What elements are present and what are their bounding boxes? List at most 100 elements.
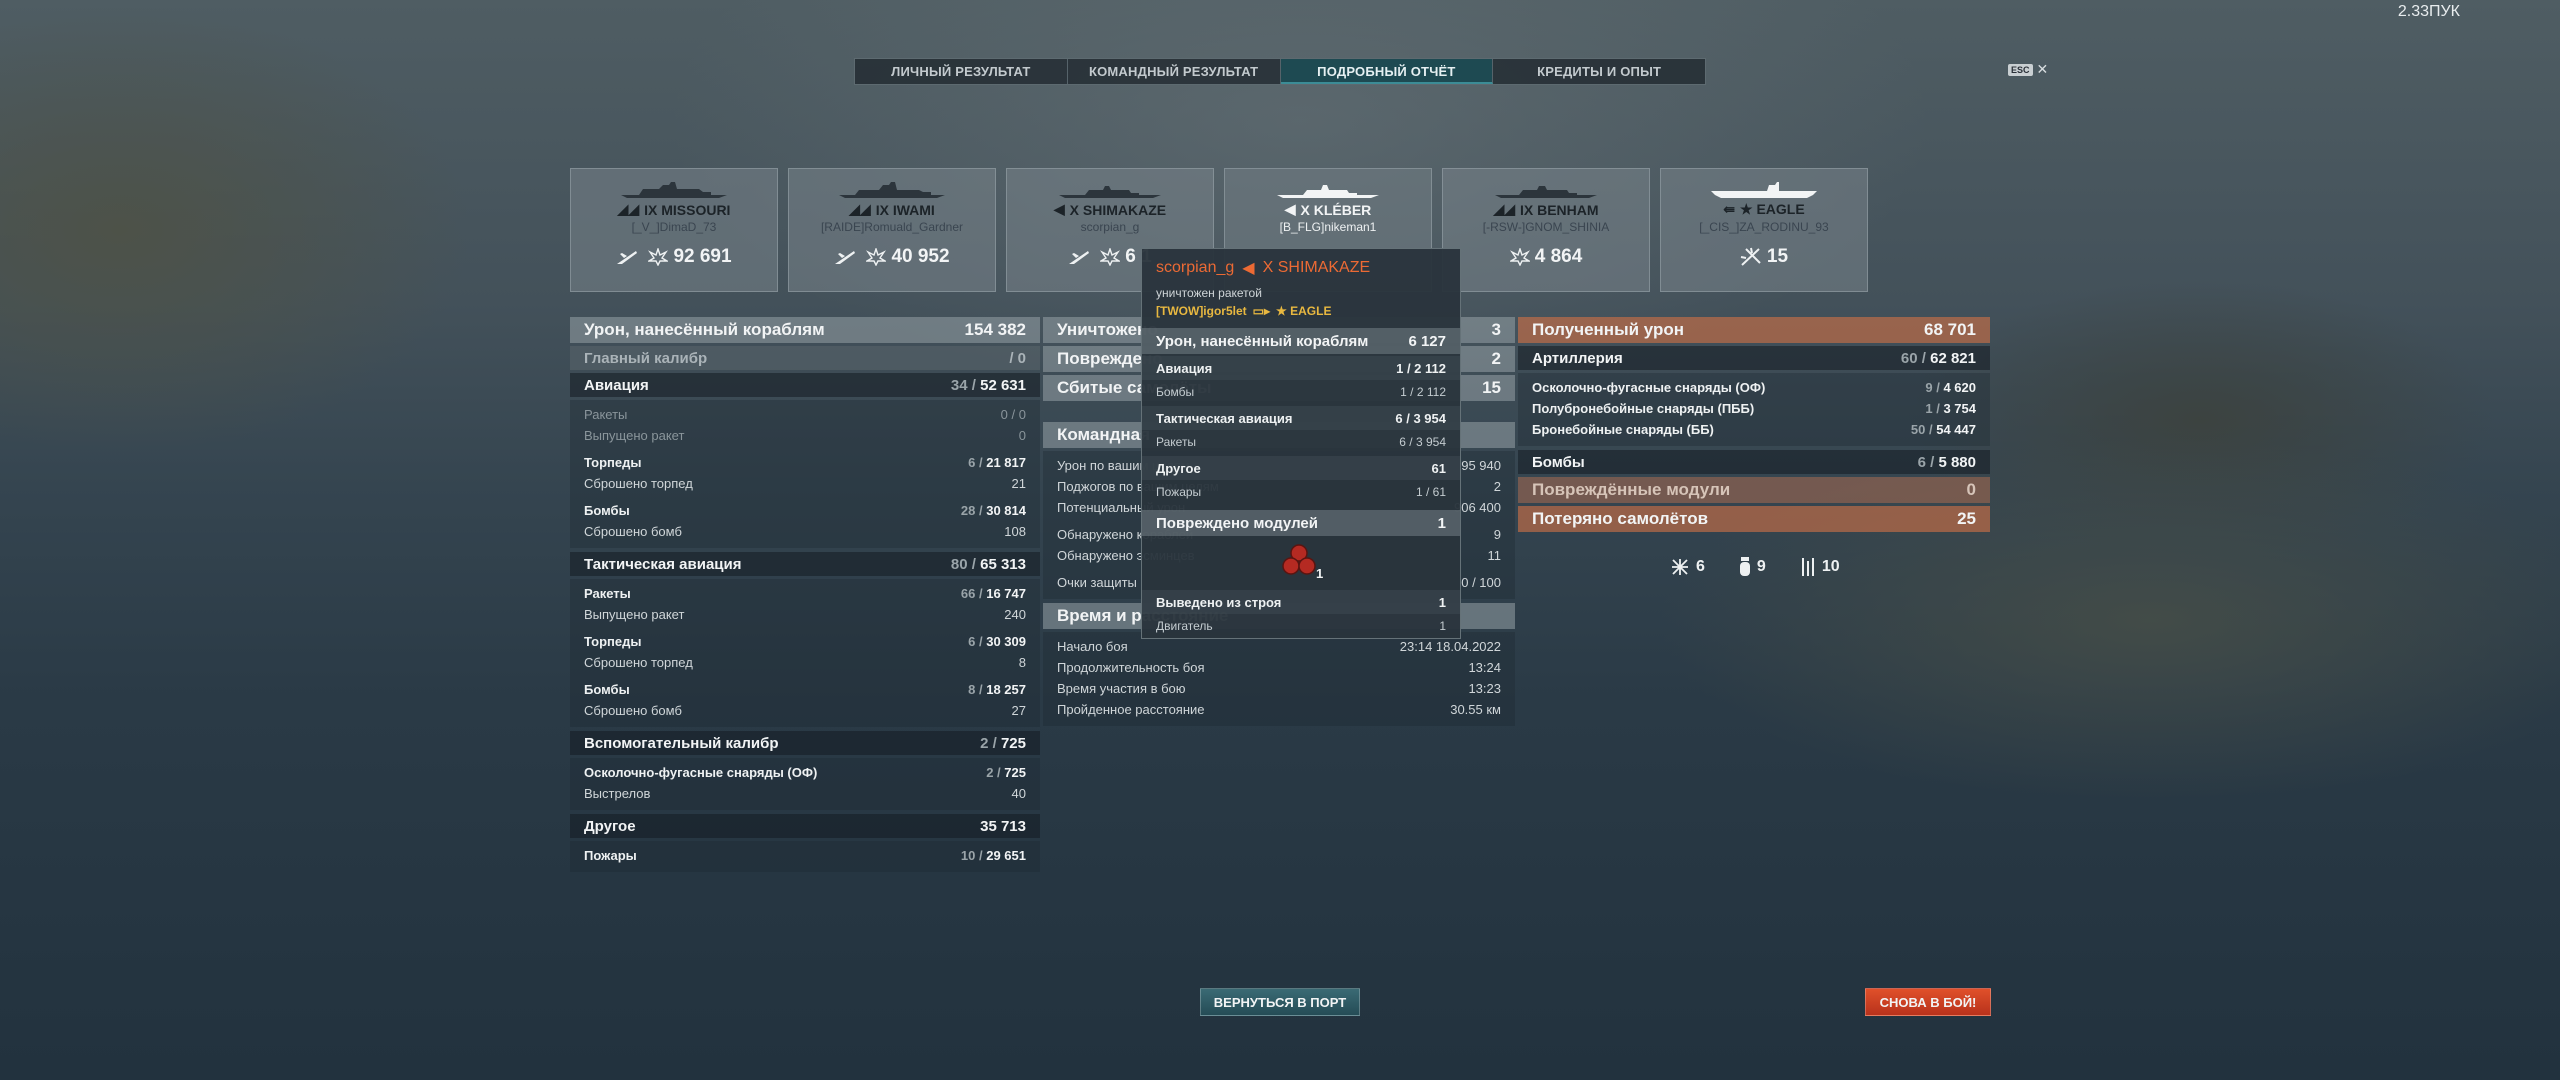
tooltip-modules-header: Повреждено модулей 1	[1142, 510, 1460, 536]
carrier-class-icon: ⇚	[1723, 201, 1736, 217]
stat-row: Торпеды 6 / 21 817	[584, 455, 1026, 470]
aa-icon	[1740, 247, 1761, 266]
lost-planes-header: Потеряно самолётов 25	[1518, 506, 1990, 532]
ship-player: [_V_]DimaD_73	[631, 220, 717, 234]
lost-planes-summary: 6 9 10	[1670, 556, 1840, 578]
stat-row: Сброшено бомб 27	[584, 703, 1026, 718]
stat-row: Выпущено ракет 240	[584, 607, 1026, 622]
ship-stats: 15	[1661, 246, 1867, 268]
tooltip-aviation: Авиация 1 / 2 112	[1142, 356, 1460, 380]
stat-row: Торпеды 6 / 30 309	[584, 634, 1026, 649]
ship-card-missouri[interactable]: ◢◢ IX MISSOURI [_V_]DimaD_73 92 691	[570, 168, 778, 292]
ship-player: [-RSW-]GNOM_SHINIA	[1482, 220, 1610, 234]
close-button[interactable]: ESC ✕	[2008, 61, 2048, 78]
destroyer-class-icon: ◀	[1284, 201, 1296, 217]
plane-icon	[835, 251, 856, 264]
secondary-header: Вспомогательный калибр 2 / 725	[570, 731, 1040, 755]
artillery-rows: Осколочно-фугасные снаряды (ОФ) 9 / 4 620…	[1518, 373, 1990, 446]
tab-detailed-report[interactable]: ПОДРОБНЫЙ ОТЧЁТ	[1280, 59, 1494, 84]
damage-received-panel: Полученный урон 68 701 Артиллерия 60 / 62 …	[1518, 317, 1990, 535]
stat-row: Выпущено ракет 0	[584, 428, 1026, 443]
plane-shot-icon	[1672, 559, 1688, 575]
torpedo-icon	[1801, 558, 1814, 576]
battleship-class-icon: ◢◢	[849, 201, 871, 217]
battleship-class-icon: ◢◢	[1493, 201, 1515, 217]
ship-title: ◢◢ IX IWAMI	[849, 201, 935, 218]
tooltip-other: Другое 61	[1142, 456, 1460, 480]
tooltip-row: Ракеты 6 / 3 954	[1156, 435, 1446, 449]
ship-title: ◢◢ IX MISSOURI	[617, 201, 731, 218]
tooltip-title: scorpian_g ◀ X SHIMAKAZE	[1156, 259, 1371, 277]
tooltip-killer: [TWOW]igor5let ▭▸ ★ EAGLE	[1156, 304, 1332, 318]
tab-credits-xp[interactable]: КРЕДИТЫ И ОПЫТ	[1493, 59, 1705, 84]
ship-stats: 4 864	[1443, 246, 1649, 268]
time-rows: Начало боя 23:14 18.04.2022 Продолжительн…	[1043, 632, 1515, 726]
lost-planes-item: 6	[1670, 556, 1705, 578]
ship-title: ⇚ ★ EAGLE	[1723, 201, 1805, 217]
battle-again-button[interactable]: СНОВА В БОЙ!	[1865, 988, 1991, 1016]
stat-row: Начало боя 23:14 18.04.2022	[1057, 639, 1501, 654]
ship-stats: 40 952	[789, 246, 995, 268]
ship-title: ◢◢ IX BENHAM	[1493, 201, 1599, 218]
aviation-rows: Ракеты 0 / 0 Выпущено ракет 0 Торпеды 6 / 2…	[570, 400, 1040, 548]
ship-player: [RAIDE]Romuald_Gardner	[820, 220, 964, 234]
damage-burst-icon	[1100, 248, 1121, 266]
stat-row: Полубронебойные снаряды (ПББ) 1 / 3 754	[1532, 401, 1976, 416]
stat-row: Бомбы 8 / 18 257	[584, 682, 1026, 697]
tactical-aviation-header: Тактическая авиация 80 / 65 313	[570, 552, 1040, 576]
ship-card-benham[interactable]: ◢◢ IX BENHAM [-RSW-]GNOM_SHINIA 4 864	[1442, 168, 1650, 292]
other-rows: Пожары 10 / 29 651	[570, 841, 1040, 872]
stat-row: Ракеты 66 / 16 747	[584, 586, 1026, 601]
ship-player: scorpian_g	[1080, 220, 1140, 234]
stat-row: Пожары 10 / 29 651	[584, 848, 1026, 863]
battleship-silhouette-icon	[839, 182, 945, 198]
tab-team-result[interactable]: КОМАНДНЫЙ РЕЗУЛЬТАТ	[1068, 59, 1281, 84]
aviation-header: Авиация 34 / 52 631	[570, 373, 1040, 397]
version-label: 2.33ПУК	[2397, 3, 2460, 20]
tooltip-row: Пожары 1 / 61	[1156, 485, 1446, 499]
damage-burst-icon	[866, 248, 887, 266]
engine-module-icon: 1	[1282, 544, 1323, 581]
stat-row: Сброшено бомб 108	[584, 524, 1026, 539]
ship-title: ◀ X SHIMAKAZE	[1053, 201, 1167, 218]
ship-detail-tooltip: scorpian_g ◀ X SHIMAKAZE уничтожен ракетой…	[1141, 248, 1461, 639]
battleship-class-icon: ◢◢	[617, 201, 640, 217]
stat-row: Бомбы 28 / 30 814	[584, 503, 1026, 518]
return-to-port-button[interactable]: ВЕРНУТЬСЯ В ПОРТ	[1200, 988, 1360, 1016]
ship-card-iwami[interactable]: ◢◢ IX IWAMI [RAIDE]Romuald_Gardner 40 952	[788, 168, 996, 292]
plane-icon	[617, 251, 638, 264]
received-damage-header: Полученный урон 68 701	[1518, 317, 1990, 343]
stat-row: Осколочно-фугасные снаряды (ОФ) 9 / 4 620	[1532, 380, 1976, 395]
damage-burst-icon	[648, 248, 669, 266]
tooltip-row: Двигатель 1	[1156, 619, 1446, 633]
bombs-header: Бомбы 6 / 5 880	[1518, 450, 1990, 474]
stat-row: Бронебойные снаряды (ББ) 50 / 54 447	[1532, 422, 1976, 437]
damaged-modules-header: Повреждённые модули 0	[1518, 477, 1990, 503]
svg-text:1: 1	[1316, 566, 1323, 581]
damage-burst-icon	[1509, 248, 1530, 266]
lost-planes-item: 9	[1739, 556, 1766, 578]
stat-row: Ракеты 0 / 0	[584, 407, 1026, 422]
destroyer-class-icon: ◀	[1242, 260, 1255, 277]
stat-row: Сброшено торпед 21	[584, 476, 1026, 491]
tooltip-disabled: Выведено из строя 1	[1142, 590, 1460, 614]
results-tabs: ЛИЧНЫЙ РЕЗУЛЬТАТ КОМАНДНЫЙ РЕЗУЛЬТАТ ПОД…	[854, 58, 1706, 85]
tab-personal-result[interactable]: ЛИЧНЫЙ РЕЗУЛЬТАТ	[855, 59, 1068, 84]
stat-row: Выстрелов 40	[584, 786, 1026, 801]
tooltip-tactical: Тактическая авиация 6 / 3 954	[1142, 406, 1460, 430]
battleship-silhouette-icon	[621, 182, 727, 198]
esc-key-icon: ESC	[2008, 63, 2033, 76]
ship-player: [_CIS_]ZA_RODINU_93	[1699, 220, 1829, 234]
stat-row: Время участия в бою 13:23	[1057, 681, 1501, 696]
damage-dealt-panel: Урон, нанесённый кораблям 154 382 Главный…	[570, 317, 1040, 876]
destroyer-class-icon: ◀	[1053, 201, 1065, 217]
destroyer-silhouette-icon	[1495, 186, 1597, 198]
other-header: Другое 35 713	[570, 814, 1040, 838]
plane-icon	[1069, 251, 1090, 264]
stat-row: Пройденное расстояние 30.55 км	[1057, 702, 1501, 717]
ship-card-eagle[interactable]: ⇚ ★ EAGLE [_CIS_]ZA_RODINU_93 15	[1660, 168, 1868, 292]
carrier-silhouette-icon	[1711, 182, 1817, 198]
destroyer-silhouette-icon	[1277, 185, 1379, 198]
ship-title: ◀ X KLÉBER	[1284, 201, 1372, 218]
tooltip-cause: уничтожен ракетой	[1156, 286, 1262, 300]
